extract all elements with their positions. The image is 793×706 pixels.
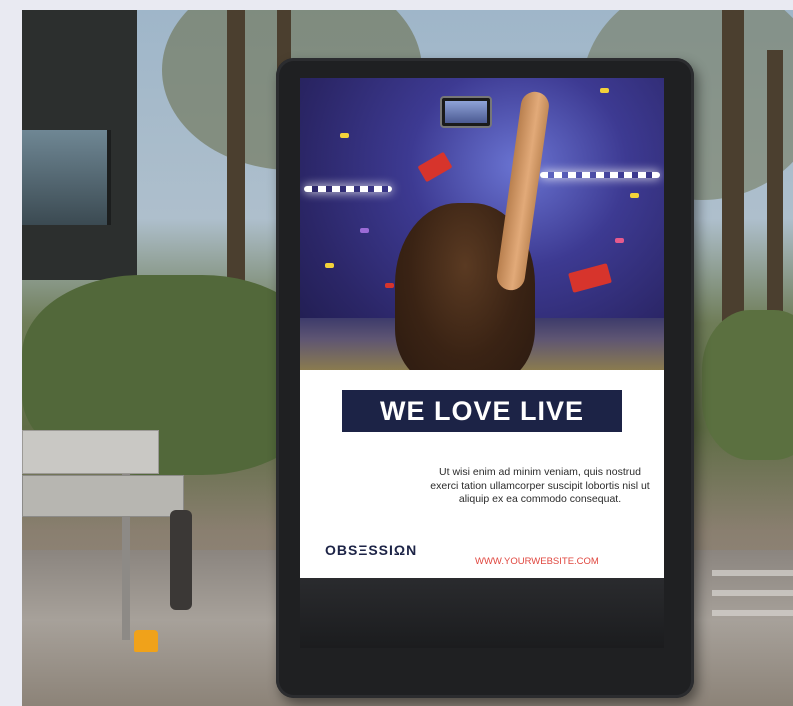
- confetti: [600, 88, 609, 93]
- road-sign: [22, 475, 184, 517]
- stadium-lights: [540, 172, 660, 178]
- confetti: [568, 263, 612, 293]
- crosswalk-stripe: [712, 590, 793, 596]
- billboard-lower-panel: [300, 578, 664, 648]
- confetti: [360, 228, 369, 233]
- poster-body-text: Ut wisi enim ad minim veniam, quis nostr…: [430, 466, 650, 505]
- building: [22, 10, 137, 280]
- confetti: [340, 133, 349, 138]
- website-url: WWW.YOURWEBSITE.COM: [475, 556, 599, 567]
- building-window: [22, 130, 111, 225]
- poster-headline: WE LOVE LIVE: [342, 390, 622, 432]
- phone-screen: [445, 101, 487, 123]
- crosswalk-stripe: [712, 610, 793, 616]
- road-sign: [22, 430, 159, 474]
- confetti: [325, 263, 334, 268]
- confetti: [630, 193, 639, 198]
- brand-logo: OBSΞSSIΩN: [325, 542, 418, 558]
- confetti: [615, 238, 624, 243]
- confetti: [385, 283, 394, 288]
- tree-trunk: [722, 10, 744, 330]
- bollard: [170, 510, 192, 610]
- tree-trunk: [767, 50, 783, 330]
- confetti: [417, 151, 453, 183]
- hedge: [702, 310, 793, 460]
- concert-photo: [300, 78, 664, 370]
- traffic-cone: [134, 630, 158, 652]
- stadium-lights: [304, 186, 392, 192]
- raised-arm: [495, 89, 551, 292]
- crosswalk-stripe: [712, 570, 793, 576]
- smartphone: [440, 96, 492, 128]
- advertisement-poster: WE LOVE LIVE Ut wisi enim ad minim venia…: [300, 78, 664, 578]
